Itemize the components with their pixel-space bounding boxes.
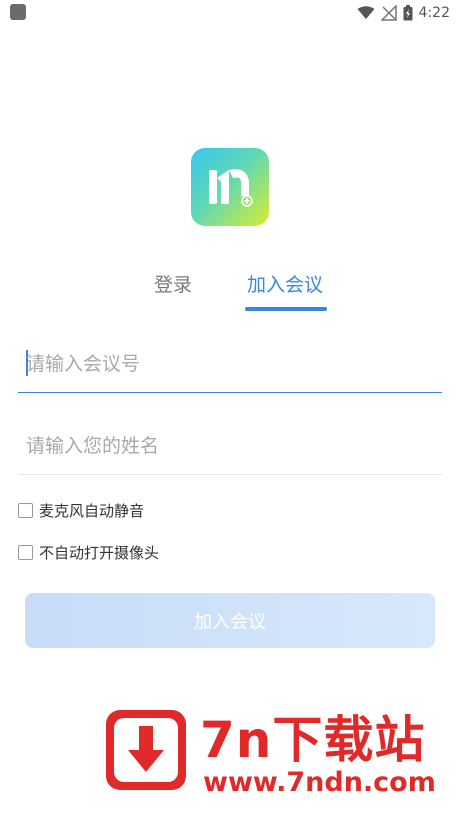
name-input[interactable] bbox=[18, 418, 442, 474]
watermark-url: www.7ndn.com bbox=[203, 767, 436, 798]
mute-mic-checkbox[interactable] bbox=[18, 503, 33, 518]
camera-off-checkbox[interactable] bbox=[18, 545, 33, 560]
battery-charging-icon bbox=[403, 5, 413, 21]
meeting-id-field-container bbox=[18, 336, 442, 393]
text-cursor bbox=[26, 350, 28, 376]
join-meeting-button[interactable]: 加入会议 bbox=[25, 593, 435, 648]
status-icons: 4:22 bbox=[357, 3, 450, 23]
meeting-id-input[interactable] bbox=[18, 336, 442, 392]
mute-mic-option[interactable]: 麦克风自动静音 bbox=[18, 500, 144, 521]
meeting-app-logo-icon bbox=[191, 148, 269, 226]
tab-login[interactable]: 登录 bbox=[154, 270, 192, 297]
camera-off-option[interactable]: 不自动打开摄像头 bbox=[18, 542, 159, 563]
signal-off-icon bbox=[380, 5, 397, 21]
active-tab-indicator bbox=[245, 307, 327, 311]
wifi-icon bbox=[357, 6, 375, 19]
watermark-title: 7n下载站 bbox=[200, 711, 426, 769]
download-arrow-icon bbox=[106, 710, 186, 790]
tab-join-meeting[interactable]: 加入会议 bbox=[247, 270, 323, 297]
app-notification-icon bbox=[10, 4, 26, 20]
status-bar: 4:22 bbox=[0, 0, 460, 26]
mute-mic-label: 麦克风自动静音 bbox=[39, 502, 145, 520]
camera-off-label: 不自动打开摄像头 bbox=[39, 544, 160, 562]
clock: 4:22 bbox=[418, 5, 450, 21]
name-field-container bbox=[18, 418, 442, 475]
